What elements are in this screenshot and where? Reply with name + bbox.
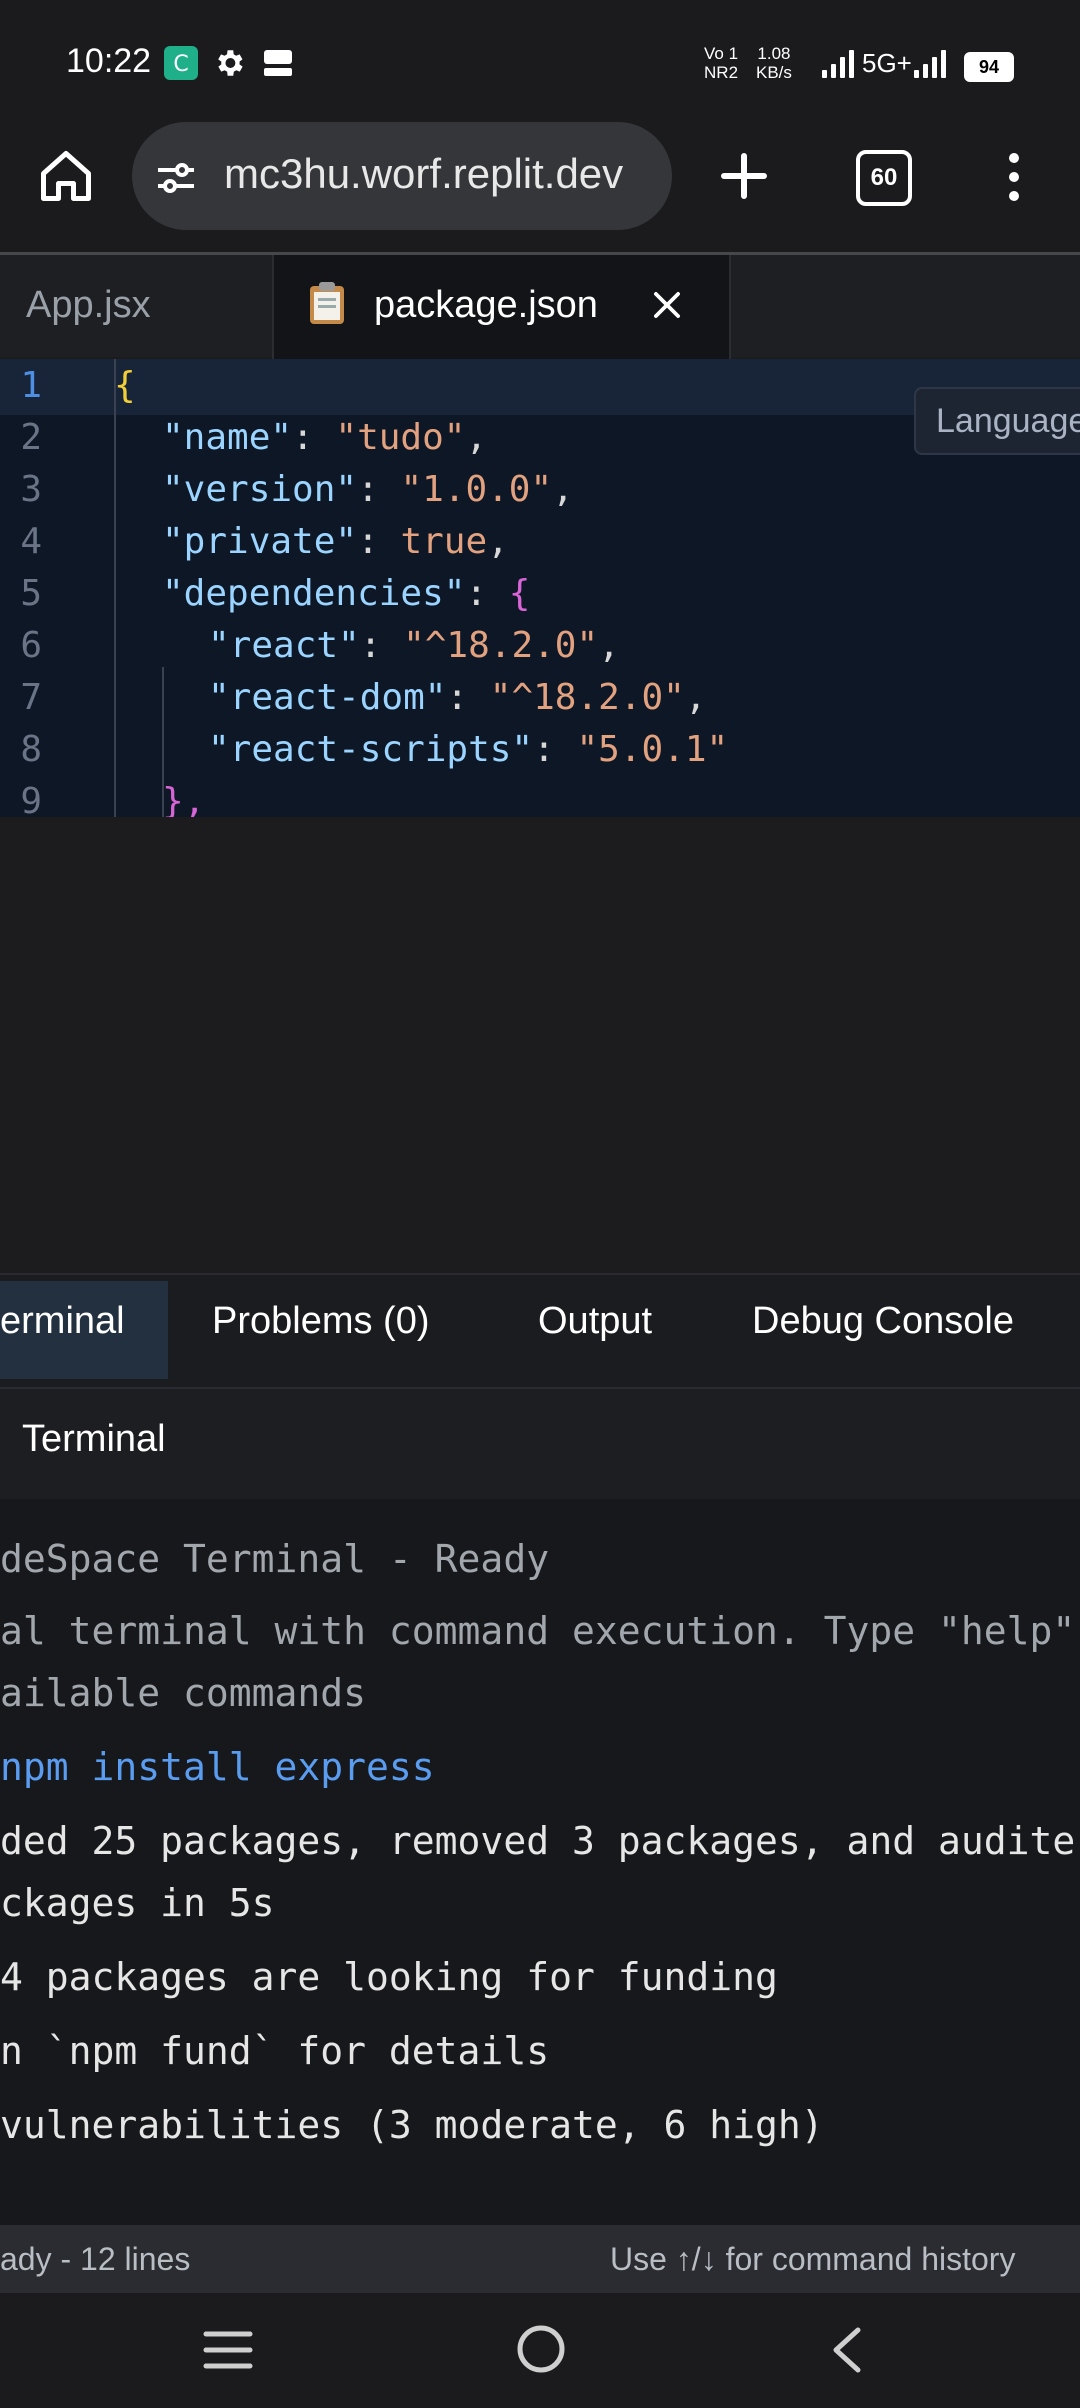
tab-switcher-button[interactable]: 60 — [856, 150, 912, 206]
terminal-line: deSpace Terminal - Ready — [0, 1537, 550, 1581]
line-number: 3 — [20, 469, 42, 510]
terminal-title: Terminal — [22, 1418, 166, 1460]
tab-debug-console[interactable]: Debug Console — [752, 1300, 1014, 1343]
code-line: "version": "1.0.0", — [162, 469, 574, 510]
code-line: "react-dom": "^18.2.0", — [208, 677, 707, 718]
tab-label[interactable]: App.jsx — [26, 284, 151, 327]
terminal-status-bar: ady - 12 lines Use ↑/↓ for command histo… — [0, 2225, 1080, 2293]
signal-icon — [822, 46, 854, 78]
app-notification-icon: C — [164, 46, 198, 80]
terminal-line: n `npm fund` for details — [0, 2029, 550, 2073]
terminal-line: vulnerabilities (3 moderate, 6 high) — [0, 2103, 824, 2147]
news-app-icon — [260, 46, 296, 85]
line-number: 1 — [20, 365, 42, 406]
close-icon[interactable] — [648, 286, 686, 329]
tune-icon[interactable] — [152, 154, 200, 207]
code-line: "private": true, — [162, 521, 509, 562]
line-number: 2 — [20, 417, 42, 458]
signal-icon-2 — [914, 46, 946, 78]
clipboard-icon — [306, 280, 348, 331]
terminal-line: ckages in 5s — [0, 1881, 275, 1925]
code-line: }, — [162, 781, 206, 817]
terminal-line: ded 25 packages, removed 3 packages, and… — [0, 1819, 1076, 1863]
code-line: "dependencies": { — [162, 573, 531, 614]
line-number: 9 — [20, 781, 42, 817]
gear-icon — [212, 46, 246, 85]
line-number: 5 — [20, 573, 42, 614]
terminal-status-right: Use ↑/↓ for command history — [610, 2241, 1016, 2277]
terminal-line: al terminal with command execution. Type… — [0, 1609, 1076, 1653]
line-number: 8 — [20, 729, 42, 770]
code-editor[interactable]: 1 2 3 4 5 6 7 8 9 { "name": "tudo", "ver… — [0, 359, 1080, 817]
home-icon[interactable] — [36, 146, 96, 211]
code-line: "name": "tudo", — [162, 417, 488, 458]
more-vert-icon[interactable] — [1000, 150, 1028, 209]
network-speed: 1.08 KB/s — [756, 44, 792, 82]
indent-guide — [114, 359, 116, 817]
editor-empty-area — [0, 817, 1080, 1273]
tab-problems[interactable]: Problems (0) — [212, 1300, 430, 1343]
terminal-command: npm install express — [0, 1745, 435, 1789]
tab-output[interactable]: Output — [538, 1300, 652, 1343]
url-text[interactable]: mc3hu.worf.replit.dev — [224, 150, 623, 198]
terminal-line: 4 packages are looking for funding — [0, 1955, 778, 1999]
line-number: 4 — [20, 521, 42, 562]
back-icon[interactable] — [826, 2326, 866, 2379]
battery-indicator: 94 — [964, 52, 1014, 82]
volte-indicator: Vo 1 NR2 — [704, 44, 739, 82]
tab-terminal[interactable]: erminal — [0, 1300, 125, 1343]
terminal-status-left: ady - 12 lines — [0, 2241, 191, 2277]
terminal-output[interactable]: deSpace Terminal - Ready al terminal wit… — [0, 1499, 1080, 2225]
tab-label[interactable]: package.json — [374, 284, 598, 327]
code-line: "react-scripts": "5.0.1" — [208, 729, 729, 770]
code-line: "react": "^18.2.0", — [208, 625, 620, 666]
language-tooltip[interactable]: Language — [914, 387, 1080, 455]
line-number: 7 — [20, 677, 42, 718]
home-nav-icon[interactable] — [514, 2322, 568, 2381]
status-time: 10:22 — [66, 42, 152, 80]
network-type: 5G+ — [862, 48, 912, 78]
terminal-line: ailable commands — [0, 1671, 367, 1715]
code-line: { — [114, 365, 136, 406]
plus-icon[interactable] — [714, 146, 774, 211]
svg-text:C: C — [173, 52, 188, 77]
line-number: 6 — [20, 625, 42, 666]
recent-apps-icon[interactable] — [202, 2328, 254, 2377]
